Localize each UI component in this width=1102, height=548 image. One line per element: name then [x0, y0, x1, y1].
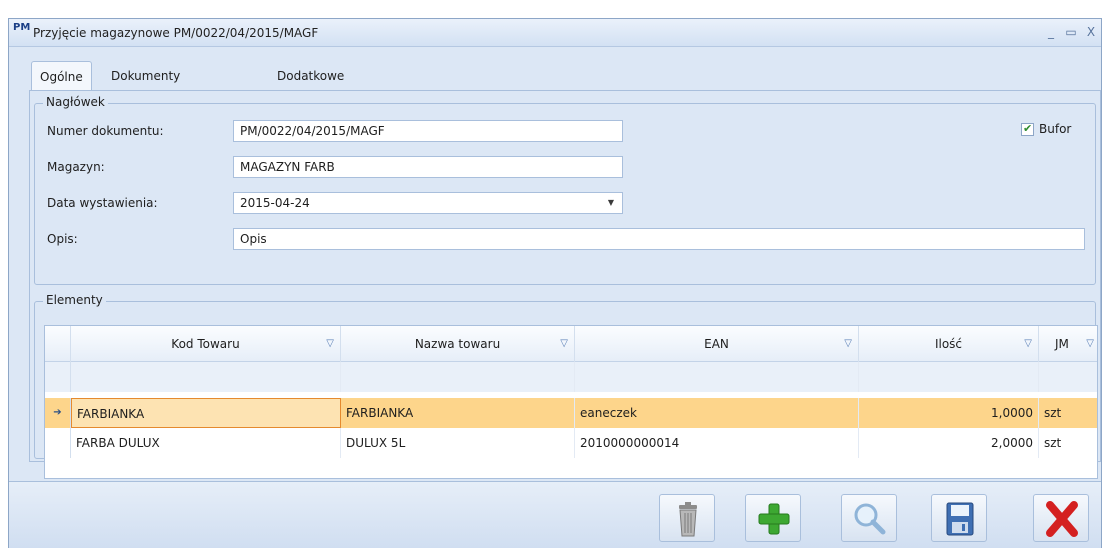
elements-group-legend: Elementy [43, 293, 106, 307]
column-header-code[interactable]: Kod Towaru ▽ [71, 326, 341, 362]
table-cell-ean[interactable]: eaneczek [575, 398, 859, 428]
warehouse-label: Magazyn: [47, 160, 105, 174]
table-row[interactable]: FARBA DULUX DULUX 5L 2010000000014 2,000… [45, 428, 1097, 458]
filter-icon[interactable]: ▽ [1086, 326, 1094, 362]
current-row-arrow-icon: ➔ [45, 398, 71, 428]
table-cell-quantity[interactable]: 1,0000 [859, 398, 1039, 428]
table-cell-name[interactable]: FARBIANKA [341, 398, 575, 428]
table-cell-code[interactable]: FARBIANKA [71, 398, 341, 428]
column-header-ean-label: EAN [704, 337, 729, 351]
column-header-name[interactable]: Nazwa towaru ▽ [341, 326, 575, 362]
column-header-name-label: Nazwa towaru [414, 337, 501, 351]
filter-cell[interactable] [575, 362, 859, 392]
minimize-button[interactable]: _ [1043, 24, 1059, 40]
column-header-unit-label: JM [1055, 337, 1069, 351]
cancel-button[interactable] [1033, 494, 1089, 542]
table-cell-unit[interactable]: szt [1039, 428, 1097, 458]
save-icon [946, 502, 974, 536]
issue-date-picker[interactable]: 2015-04-24 ▼ [233, 192, 623, 214]
filter-cell[interactable] [1039, 362, 1097, 392]
description-field[interactable]: Opis [233, 228, 1085, 250]
filter-row[interactable] [45, 362, 1097, 392]
column-header-ean[interactable]: EAN ▽ [575, 326, 859, 362]
close-window-button[interactable]: X [1083, 24, 1099, 40]
filter-icon[interactable]: ▽ [1024, 326, 1032, 362]
table-cell-unit[interactable]: szt [1039, 398, 1097, 428]
tab-general[interactable]: Ogólne [31, 61, 92, 91]
warehouse-field[interactable]: MAGAZYN FARB [233, 156, 623, 178]
table-cell-code[interactable]: FARBA DULUX [71, 428, 341, 458]
title-bar[interactable]: PM Przyjęcie magazynowe PM/0022/04/2015/… [9, 19, 1101, 47]
issue-date-label: Data wystawienia: [47, 196, 158, 210]
description-label: Opis: [47, 232, 78, 246]
maximize-button[interactable]: ▭ [1063, 24, 1079, 40]
row-indicator [45, 362, 71, 392]
header-group-legend: Nagłówek [43, 95, 108, 109]
row-indicator-header [45, 326, 71, 362]
issue-date-value: 2015-04-24 [240, 196, 310, 210]
table-cell-name[interactable]: DULUX 5L [341, 428, 575, 458]
delete-button[interactable] [659, 494, 715, 542]
tab-additional[interactable]: Dodatkowe [269, 61, 352, 91]
chevron-down-icon[interactable]: ▼ [604, 196, 618, 210]
column-header-unit[interactable]: JM ▽ [1039, 326, 1097, 362]
buffer-label: Bufor [1039, 122, 1072, 136]
app-icon: PM [13, 22, 31, 33]
grid-header: Kod Towaru ▽ Nazwa towaru ▽ EAN ▽ Ilość … [45, 326, 1097, 362]
filter-cell[interactable] [859, 362, 1039, 392]
table-cell-quantity[interactable]: 2,0000 [859, 428, 1039, 458]
column-header-quantity-label: Ilość [934, 337, 963, 351]
document-window: PM Przyjęcie magazynowe PM/0022/04/2015/… [8, 18, 1102, 548]
table-cell-ean[interactable]: 2010000000014 [575, 428, 859, 458]
save-button[interactable] [931, 494, 987, 542]
close-icon [1046, 501, 1078, 537]
search-button[interactable] [841, 494, 897, 542]
document-number-field[interactable]: PM/0022/04/2015/MAGF [233, 120, 623, 142]
action-toolbar [9, 481, 1101, 548]
buffer-checkbox[interactable]: ✔ [1021, 122, 1034, 136]
filter-cell[interactable] [71, 362, 341, 392]
general-tab-panel: Nagłówek Numer dokumentu: PM/0022/04/201… [29, 90, 1101, 479]
document-number-label: Numer dokumentu: [47, 124, 164, 138]
filter-icon[interactable]: ▽ [844, 326, 852, 362]
add-button[interactable] [745, 494, 801, 542]
trash-icon [679, 502, 697, 537]
column-header-code-label: Kod Towaru [171, 337, 240, 351]
window-title: Przyjęcie magazynowe PM/0022/04/2015/MAG… [33, 26, 319, 40]
add-icon [758, 503, 790, 535]
header-group: Nagłówek Numer dokumentu: PM/0022/04/201… [34, 95, 1096, 285]
tab-related-documents[interactable]: Dokumenty powiązane [103, 61, 188, 113]
filter-icon[interactable]: ▽ [326, 326, 334, 362]
elements-grid: Kod Towaru ▽ Nazwa towaru ▽ EAN ▽ Ilość … [44, 325, 1098, 479]
check-icon: ✔ [1023, 122, 1033, 135]
filter-icon[interactable]: ▽ [560, 326, 568, 362]
search-icon [854, 503, 886, 535]
column-header-quantity[interactable]: Ilość ▽ [859, 326, 1039, 362]
filter-cell[interactable] [341, 362, 575, 392]
row-indicator [45, 428, 71, 458]
table-row[interactable]: ➔ FARBIANKA FARBIANKA eaneczek 1,0000 sz… [45, 398, 1097, 428]
